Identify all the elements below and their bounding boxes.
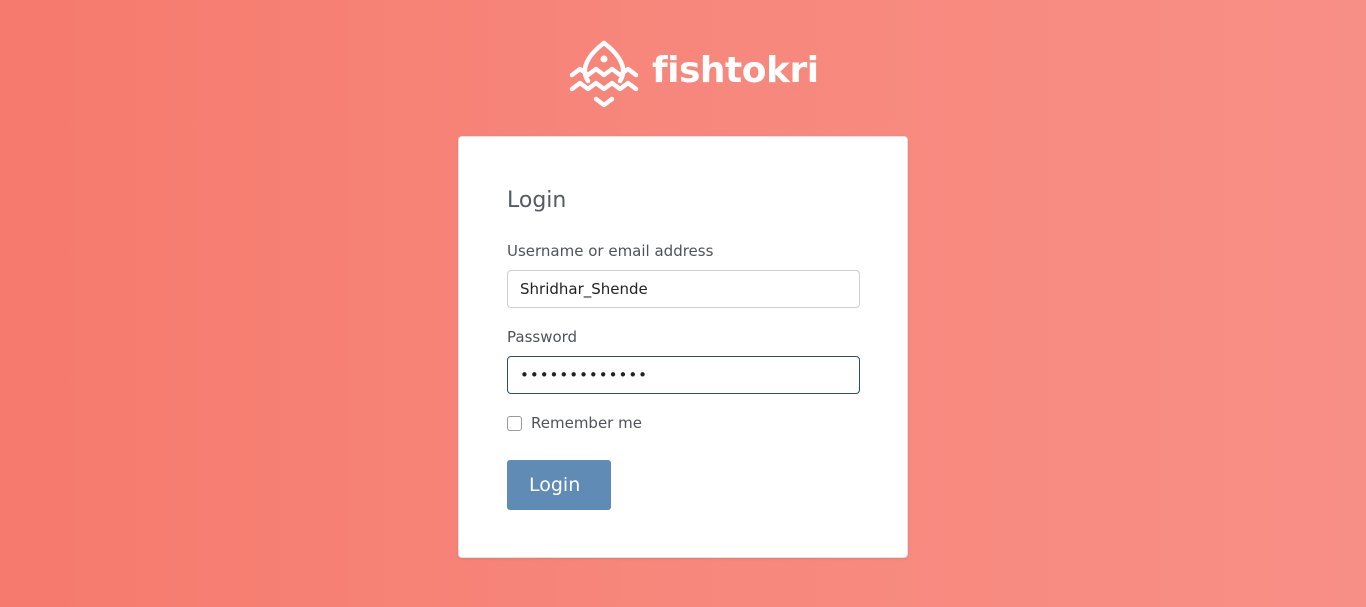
brand-header: fishtokri xyxy=(566,38,819,110)
username-input[interactable] xyxy=(507,270,860,308)
remember-me-label[interactable]: Remember me xyxy=(531,413,642,433)
fish-waves-logo-icon xyxy=(569,40,639,108)
password-label: Password xyxy=(507,328,578,346)
remember-me-checkbox[interactable] xyxy=(507,415,522,431)
login-card: Login Username or email address Password… xyxy=(458,136,908,558)
brand-name: fishtokri xyxy=(652,50,819,91)
password-input[interactable] xyxy=(507,356,860,394)
login-title: Login xyxy=(507,188,567,213)
login-button[interactable]: Login xyxy=(507,460,611,510)
remember-me-row[interactable]: Remember me xyxy=(507,413,642,433)
username-label: Username or email address xyxy=(507,242,714,260)
